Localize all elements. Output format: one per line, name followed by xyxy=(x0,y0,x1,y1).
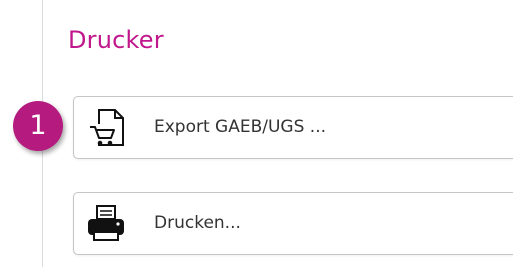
print-button[interactable]: Drucken... xyxy=(73,192,513,255)
export-gaeb-ugs-button[interactable]: Export GAEB/UGS ... xyxy=(73,96,513,159)
printer-icon xyxy=(84,203,128,245)
export-button-label: Export GAEB/UGS ... xyxy=(154,117,327,137)
print-button-label: Drucken... xyxy=(154,213,241,233)
file-cart-icon xyxy=(84,107,128,149)
section-title: Drucker xyxy=(68,26,164,54)
step-badge: 1 xyxy=(13,101,63,151)
